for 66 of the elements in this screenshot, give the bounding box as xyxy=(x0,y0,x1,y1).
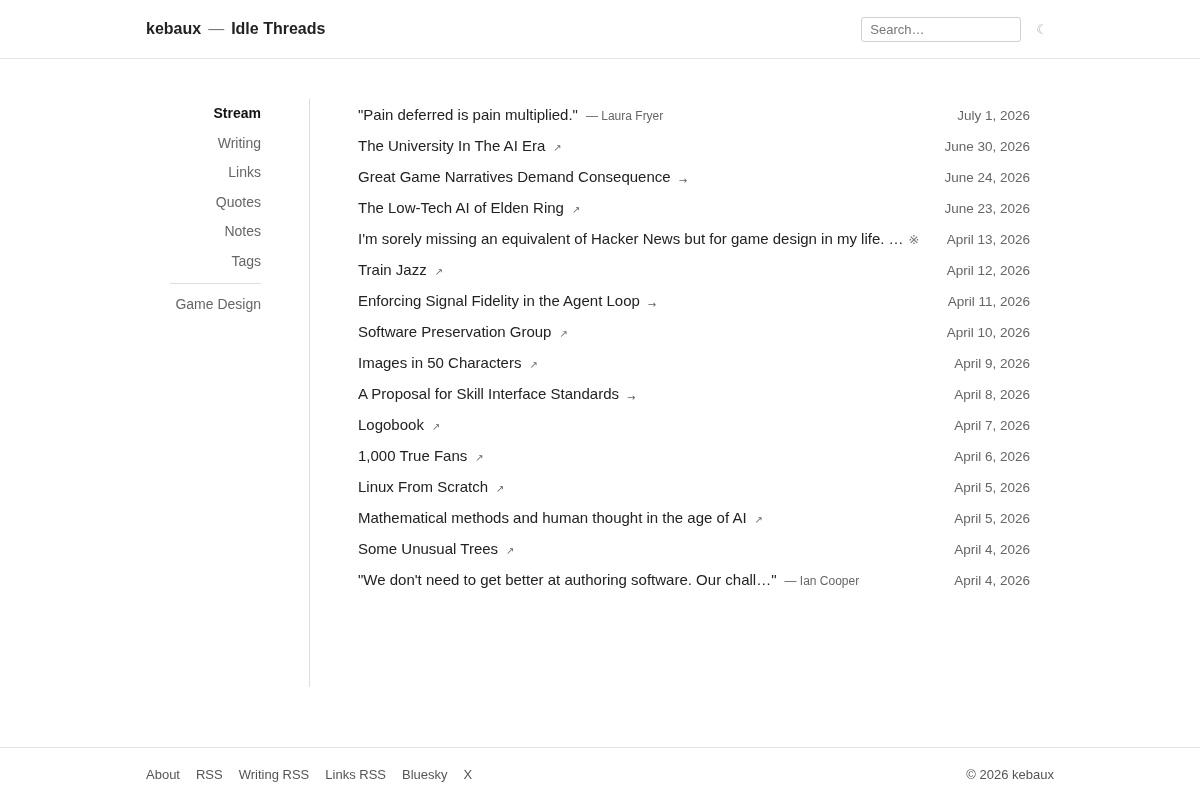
post-date: June 24, 2026 xyxy=(944,169,1030,187)
diagonal-arrow-icon: ↗ xyxy=(496,473,505,504)
post-link[interactable]: Train Jazz xyxy=(358,254,427,285)
sidebar-link[interactable]: Game Design xyxy=(175,290,261,320)
diagonal-arrow-icon: ↗ xyxy=(506,535,515,566)
post-date: April 5, 2026 xyxy=(954,510,1030,528)
site-title: Idle Threads xyxy=(231,20,326,38)
title-separator: — xyxy=(208,20,225,38)
footer-link[interactable]: Links RSS xyxy=(325,766,386,782)
right-arrow-icon: → xyxy=(647,289,657,320)
sidebar-link[interactable]: Writing xyxy=(217,128,261,158)
post-date: April 6, 2026 xyxy=(954,448,1030,466)
post-date: June 30, 2026 xyxy=(944,138,1030,156)
footer-link[interactable]: Writing RSS xyxy=(238,766,310,782)
post-date: April 4, 2026 xyxy=(954,541,1030,559)
diagonal-arrow-icon: ↗ xyxy=(431,411,441,442)
post-link[interactable]: Great Game Narratives Demand Consequence xyxy=(358,161,671,192)
right-arrow-icon: → xyxy=(627,382,636,413)
diagonal-arrow-icon: ↗ xyxy=(559,318,568,349)
diagonal-arrow-icon: ↗ xyxy=(571,194,581,225)
search-field[interactable]: Search… xyxy=(861,16,1022,42)
post-link[interactable]: The Low-Tech AI of Elden Ring xyxy=(358,192,564,223)
post-date: April 11, 2026 xyxy=(947,293,1030,311)
footer-link[interactable]: X xyxy=(463,766,473,782)
post-link[interactable]: I'm sorely missing an equivalent of Hacker News but for game design in my life. … xyxy=(358,223,904,254)
sidebar-link[interactable]: Stream xyxy=(213,99,261,129)
post-date: April 12, 2026 xyxy=(946,262,1030,280)
note-mark-icon: ※ xyxy=(908,224,920,255)
quote-link[interactable]: "Pain deferred is pain multiplied." xyxy=(358,99,578,130)
diagonal-arrow-icon: ↗ xyxy=(553,132,562,163)
post-date: April 13, 2026 xyxy=(946,231,1030,249)
post-link[interactable]: Software Preservation Group xyxy=(358,316,552,347)
diagonal-arrow-icon: ↗ xyxy=(475,442,484,473)
copyright-text: © 2026 kebaux xyxy=(966,766,1054,782)
post-date: April 4, 2026 xyxy=(954,572,1030,590)
post-date: April 7, 2026 xyxy=(954,417,1030,435)
post-link[interactable]: Linux From Scratch xyxy=(358,471,489,502)
footer-link[interactable]: RSS xyxy=(196,766,223,782)
diagonal-arrow-icon: ↗ xyxy=(754,504,763,535)
diagonal-arrow-icon: ↗ xyxy=(529,349,538,380)
right-arrow-icon: → xyxy=(678,165,688,196)
post-link[interactable]: 1,000 True Fans xyxy=(358,440,468,471)
post-date: July 1, 2026 xyxy=(957,107,1030,125)
quote-author: — Laura Fryer xyxy=(585,108,664,125)
quote-link[interactable]: "We don't need to get better at authoring software. Our chall…" xyxy=(358,564,777,595)
post-date: June 23, 2026 xyxy=(944,200,1030,218)
quote-author: — Ian Cooper xyxy=(784,573,860,590)
footer-link[interactable]: Bluesky xyxy=(402,766,448,782)
post-link[interactable]: The University In The AI Era xyxy=(358,130,546,161)
post-link[interactable]: Enforcing Signal Fidelity in the Agent Loop xyxy=(358,285,640,316)
post-link[interactable]: Some Unusual Trees xyxy=(358,533,499,564)
sidebar-link[interactable]: Quotes xyxy=(215,187,261,217)
site-name[interactable]: kebaux xyxy=(146,20,202,38)
sidebar-link[interactable]: Notes xyxy=(224,217,261,247)
post-link[interactable]: Logobook xyxy=(358,409,424,440)
sidebar-link[interactable]: Links xyxy=(228,158,261,188)
post-date: April 10, 2026 xyxy=(946,324,1030,342)
post-link[interactable]: Images in 50 Characters xyxy=(358,347,522,378)
post-date: April 5, 2026 xyxy=(954,479,1030,497)
post-date: April 9, 2026 xyxy=(954,355,1030,373)
post-date: April 8, 2026 xyxy=(954,386,1030,404)
sidebar-link[interactable]: Tags xyxy=(231,246,261,276)
post-link[interactable]: A Proposal for Skill Interface Standards xyxy=(358,378,619,409)
footer-link[interactable]: About xyxy=(146,766,180,782)
post-link[interactable]: Mathematical methods and human thought in the age of AI xyxy=(358,502,747,533)
diagonal-arrow-icon: ↗ xyxy=(434,256,444,287)
